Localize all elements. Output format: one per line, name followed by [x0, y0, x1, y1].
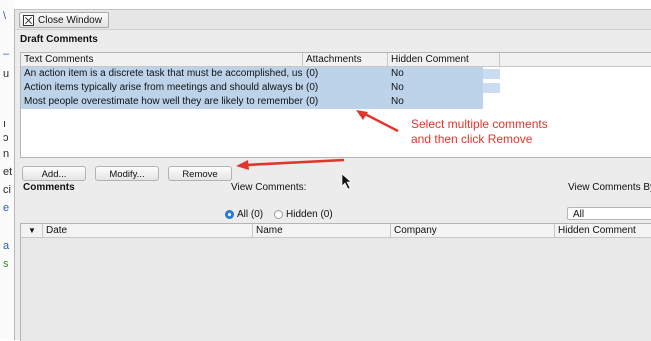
background-glyph: ci — [3, 184, 11, 196]
draft-table-header: Text Comments Attachments Hidden Comment — [21, 53, 651, 67]
draft-hidden-cell: No — [391, 96, 404, 107]
background-glyph: \ — [3, 10, 7, 22]
close-icon — [23, 14, 34, 26]
background-glyph: e — [3, 202, 10, 214]
row-selection-highlight — [483, 69, 500, 79]
radio-all-label: All (0) — [237, 209, 264, 220]
column-header-text-comments[interactable]: Text Comments — [21, 53, 303, 66]
draft-text-cell: Action items typically arise from meetin… — [24, 82, 303, 93]
column-header-hidden-comment[interactable]: Hidden Comment — [555, 224, 651, 237]
radio-hidden[interactable]: Hidden (0) — [274, 209, 333, 220]
draft-text-cell: An action item is a discrete task that m… — [24, 68, 303, 79]
annotation-text-line2: and then click Remove — [411, 132, 533, 146]
close-window-label: Close Window — [38, 14, 102, 26]
dialog-toolbar: Close Window — [15, 10, 651, 30]
draft-hidden-cell: No — [391, 68, 404, 79]
background-glyph: u — [3, 68, 10, 80]
draft-comments-table: Text Comments Attachments Hidden Comment… — [20, 52, 651, 158]
radio-hidden-label: Hidden (0) — [286, 209, 333, 220]
row-selection-highlight — [483, 83, 500, 93]
column-header-name[interactable]: Name — [253, 224, 391, 237]
draft-row[interactable]: Action items typically arise from meetin… — [21, 81, 651, 95]
radio-checked-icon — [225, 210, 234, 219]
column-header-hidden-comment[interactable]: Hidden Comment — [388, 53, 500, 66]
draft-comments-title: Draft Comments — [20, 34, 98, 45]
comments-title: Comments — [23, 182, 75, 193]
modify-button[interactable]: Modify... — [95, 166, 159, 181]
draft-attachments-cell: (0) — [306, 68, 319, 79]
background-glyph: s — [3, 258, 9, 270]
add-button[interactable]: Add... — [22, 166, 86, 181]
comments-table-header: ▼ Date Name Company Hidden Comment — [21, 224, 651, 238]
close-window-button[interactable]: Close Window — [19, 12, 109, 28]
background-glyph: a — [3, 240, 10, 252]
draft-text-cell: Most people overestimate how well they a… — [24, 96, 303, 107]
draft-attachments-cell: (0) — [306, 82, 319, 93]
column-header-attachments[interactable]: Attachments — [303, 53, 388, 66]
view-comments-by-label: View Comments By — [568, 182, 651, 193]
filter-icon[interactable]: ▼ — [21, 224, 43, 237]
background-glyph: – — [3, 48, 10, 60]
view-comments-by-select[interactable]: All — [567, 207, 651, 220]
draft-attachments-cell: (0) — [306, 96, 319, 107]
annotation-text-line1: Select multiple comments — [411, 117, 548, 131]
radio-all[interactable]: All (0) — [225, 209, 263, 220]
background-glyph: et — [3, 166, 13, 178]
draft-row[interactable]: Most people overestimate how well they a… — [21, 95, 651, 109]
column-header-date[interactable]: Date — [43, 224, 253, 237]
draft-row[interactable]: An action item is a discrete task that m… — [21, 67, 651, 81]
comments-table: ▼ Date Name Company Hidden Comment — [20, 223, 651, 341]
background-glyph: ɔ — [3, 132, 9, 144]
background-app-edge: \ – u ı ɔ n et ci e a s — [0, 0, 14, 339]
remove-button[interactable]: Remove — [168, 166, 232, 181]
radio-unchecked-icon — [274, 210, 283, 219]
view-comments-label: View Comments: — [231, 182, 307, 193]
column-header-company[interactable]: Company — [391, 224, 555, 237]
background-glyph: n — [3, 148, 10, 160]
background-glyph: ı — [3, 118, 7, 130]
comments-dialog: Close Window Draft Comments Text Comment… — [14, 9, 651, 341]
draft-hidden-cell: No — [391, 82, 404, 93]
